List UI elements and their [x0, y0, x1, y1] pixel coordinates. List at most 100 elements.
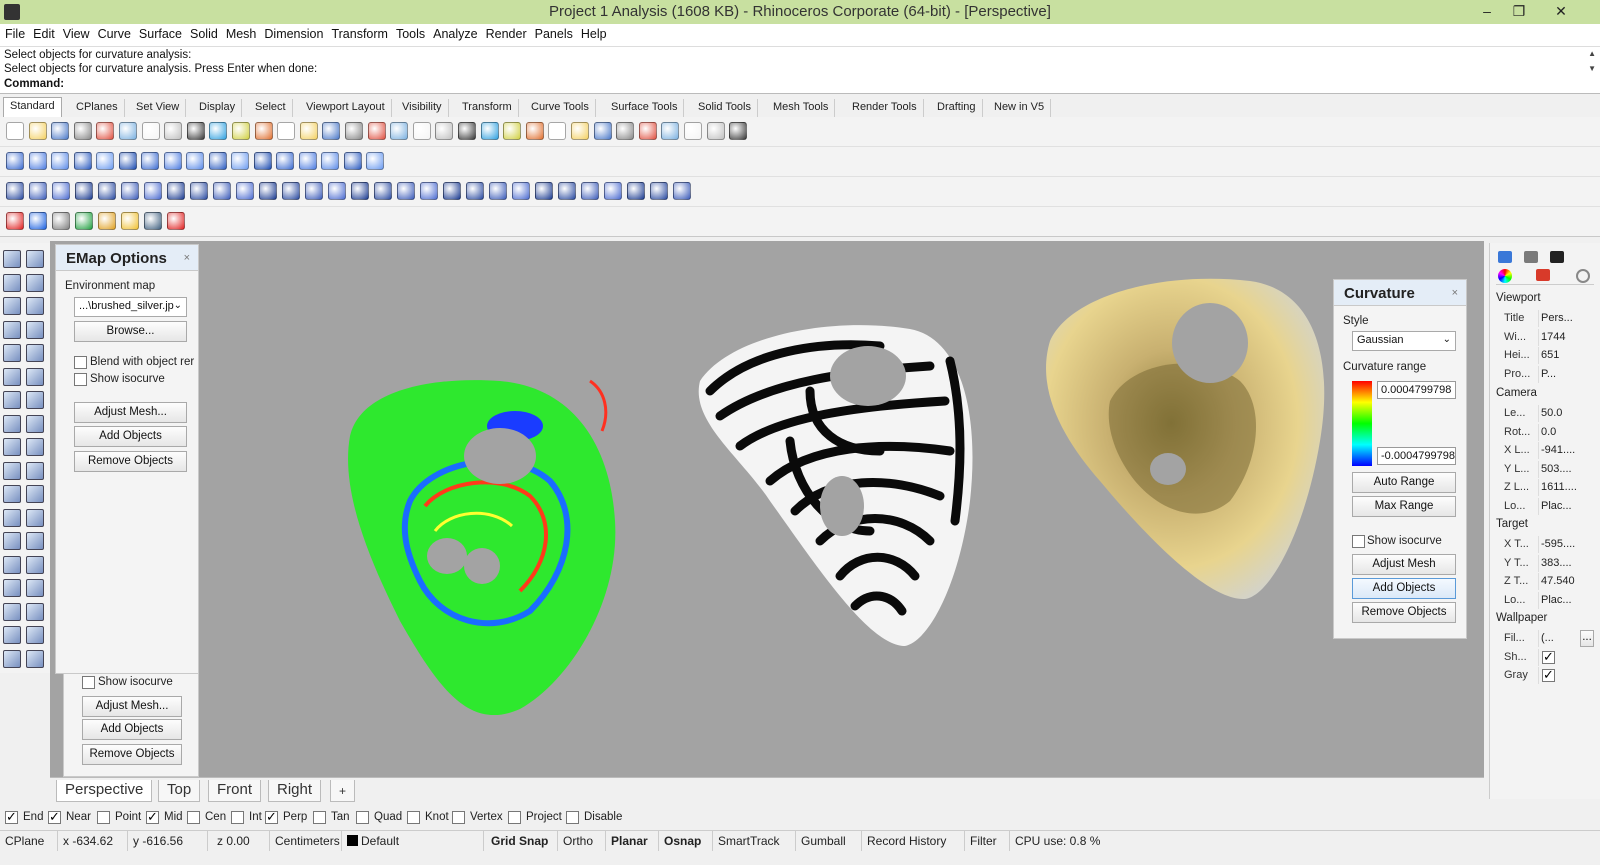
- tab-drafting[interactable]: Drafting: [931, 99, 983, 117]
- add-objects-button[interactable]: Add Objects: [1352, 578, 1456, 599]
- toolbar-tool-icon[interactable]: [119, 122, 137, 140]
- auto-range-button[interactable]: Auto Range: [1352, 472, 1456, 493]
- tab-front[interactable]: Front: [208, 780, 262, 802]
- menu-transform[interactable]: Transform: [328, 24, 393, 46]
- zebra-analysis-object[interactable]: [698, 325, 973, 646]
- osnap-checkbox-tan[interactable]: [313, 811, 326, 824]
- toolbar-tool-icon[interactable]: [6, 152, 24, 170]
- left-toolbar-tool-icon[interactable]: [26, 579, 44, 597]
- toolbar-tool-icon[interactable]: [98, 182, 116, 200]
- toolbar-tool-icon[interactable]: [167, 182, 185, 200]
- toolbar-tool-icon[interactable]: [29, 212, 47, 230]
- toolbar-tool-icon[interactable]: [254, 152, 272, 170]
- left-toolbar-tool-icon[interactable]: [26, 508, 44, 527]
- curvature-style-select[interactable]: Gaussian ⌄: [1352, 331, 1456, 351]
- toolbar-tool-icon[interactable]: [650, 182, 668, 200]
- toolbar-tool-icon[interactable]: [673, 182, 691, 200]
- curvature-max-input[interactable]: 0.0004799798: [1377, 381, 1456, 399]
- left-toolbar-tool-icon[interactable]: [26, 438, 44, 456]
- toolbar-tool-icon[interactable]: [51, 152, 69, 170]
- tab-render-tools[interactable]: Render Tools: [846, 99, 924, 117]
- toolbar-tool-icon[interactable]: [141, 152, 159, 170]
- toolbar-tool-icon[interactable]: [443, 182, 461, 200]
- toolbar-tool-icon[interactable]: [259, 182, 277, 200]
- adjust-mesh-button[interactable]: Adjust Mesh: [1352, 554, 1456, 575]
- emap-analysis-object[interactable]: [1046, 278, 1325, 600]
- toolbar-tool-icon[interactable]: [98, 212, 116, 230]
- toolbar-tool-icon[interactable]: [512, 182, 530, 200]
- left-toolbar-tool-icon[interactable]: [3, 579, 21, 597]
- tab-solid-tools[interactable]: Solid Tools: [692, 99, 758, 117]
- osnap-checkbox-quad[interactable]: [356, 811, 369, 824]
- toolbar-tool-icon[interactable]: [29, 122, 47, 140]
- left-toolbar-tool-icon[interactable]: [3, 250, 21, 268]
- browse-button[interactable]: Browse...: [74, 321, 187, 342]
- left-toolbar-tool-icon[interactable]: [3, 367, 21, 386]
- toolbar-tool-icon[interactable]: [397, 182, 415, 200]
- osnap-checkbox-disable[interactable]: [566, 811, 579, 824]
- gear-icon[interactable]: [1576, 269, 1590, 283]
- menu-solid[interactable]: Solid: [187, 24, 223, 46]
- toolbar-tool-icon[interactable]: [616, 122, 634, 140]
- left-toolbar-tool-icon[interactable]: [26, 414, 44, 433]
- toolbar-tool-icon[interactable]: [52, 182, 70, 200]
- toolbar-tool-icon[interactable]: [351, 182, 369, 200]
- show-isocurve-checkbox[interactable]: [1352, 535, 1365, 548]
- toolbar-tool-icon[interactable]: [344, 152, 362, 170]
- tab-new-in-v5[interactable]: New in V5: [988, 99, 1052, 117]
- tab-perspective[interactable]: Perspective: [56, 780, 153, 802]
- toolbar-tool-icon[interactable]: [74, 122, 92, 140]
- property-value[interactable]: 651: [1538, 347, 1568, 364]
- property-value[interactable]: -941....: [1538, 442, 1575, 459]
- menu-analyze[interactable]: Analyze: [430, 24, 482, 46]
- property-value[interactable]: -595....: [1538, 536, 1575, 553]
- tab-top[interactable]: Top: [158, 780, 201, 802]
- adjust-mesh-button[interactable]: Adjust Mesh...: [74, 402, 187, 423]
- toolbar-tool-icon[interactable]: [75, 182, 93, 200]
- tab-visibility[interactable]: Visibility: [396, 99, 449, 117]
- menu-render[interactable]: Render: [483, 24, 532, 46]
- toolbar-tool-icon[interactable]: [390, 122, 408, 140]
- curvature-analysis-object[interactable]: [348, 379, 616, 716]
- tab-standard[interactable]: Standard: [3, 97, 62, 117]
- toolbar-tool-icon[interactable]: [6, 212, 24, 230]
- osnap-checkbox-int[interactable]: [231, 811, 244, 824]
- toolbar-tool-icon[interactable]: [29, 152, 47, 170]
- left-toolbar-tool-icon[interactable]: [26, 649, 44, 668]
- toolbar-tool-icon[interactable]: [374, 182, 392, 200]
- toolbar-tool-icon[interactable]: [729, 122, 747, 140]
- tab-right[interactable]: Right: [268, 780, 322, 802]
- left-toolbar-tool-icon[interactable]: [3, 273, 21, 292]
- tab-surface-tools[interactable]: Surface Tools: [605, 99, 685, 117]
- toolbar-tool-icon[interactable]: [328, 182, 346, 200]
- left-toolbar-tool-icon[interactable]: [26, 555, 44, 574]
- close-icon[interactable]: ×: [1452, 287, 1458, 299]
- environment-map-select[interactable]: ...\brushed_silver.jp ⌄: [74, 297, 187, 317]
- menu-view[interactable]: View: [60, 24, 95, 46]
- pencil-icon[interactable]: [1524, 251, 1538, 263]
- left-toolbar-tool-icon[interactable]: [26, 602, 44, 621]
- toolbar-tool-icon[interactable]: [661, 122, 679, 140]
- command-input[interactable]: [66, 78, 1586, 93]
- property-checkbox[interactable]: [1542, 649, 1555, 665]
- left-toolbar-tool-icon[interactable]: [26, 367, 44, 386]
- curvature-min-input[interactable]: -0.0004799798: [1377, 447, 1456, 465]
- toolbar-tool-icon[interactable]: [75, 212, 93, 230]
- left-toolbar-tool-icon[interactable]: [26, 532, 44, 550]
- add-viewport-tab-button[interactable]: +: [330, 780, 356, 802]
- left-toolbar-tool-icon[interactable]: [3, 555, 21, 574]
- property-value[interactable]: 50.0: [1538, 405, 1568, 422]
- osnap-checkbox-end[interactable]: [5, 809, 18, 825]
- toolbar-tool-icon[interactable]: [186, 152, 204, 170]
- menu-file[interactable]: File: [2, 24, 30, 46]
- toolbar-tool-icon[interactable]: [466, 182, 484, 200]
- layer-indicator[interactable]: Default: [342, 831, 484, 851]
- toolbar-tool-icon[interactable]: [581, 182, 599, 200]
- osnap-checkbox-knot[interactable]: [407, 811, 420, 824]
- osnap-checkbox-project[interactable]: [508, 811, 521, 824]
- close-window-button[interactable]: ✕: [1546, 1, 1576, 21]
- toolbar-tool-icon[interactable]: [366, 152, 384, 170]
- left-toolbar-tool-icon[interactable]: [26, 250, 44, 268]
- tab-set-view[interactable]: Set View: [130, 99, 187, 117]
- toolbar-tool-icon[interactable]: [121, 212, 139, 230]
